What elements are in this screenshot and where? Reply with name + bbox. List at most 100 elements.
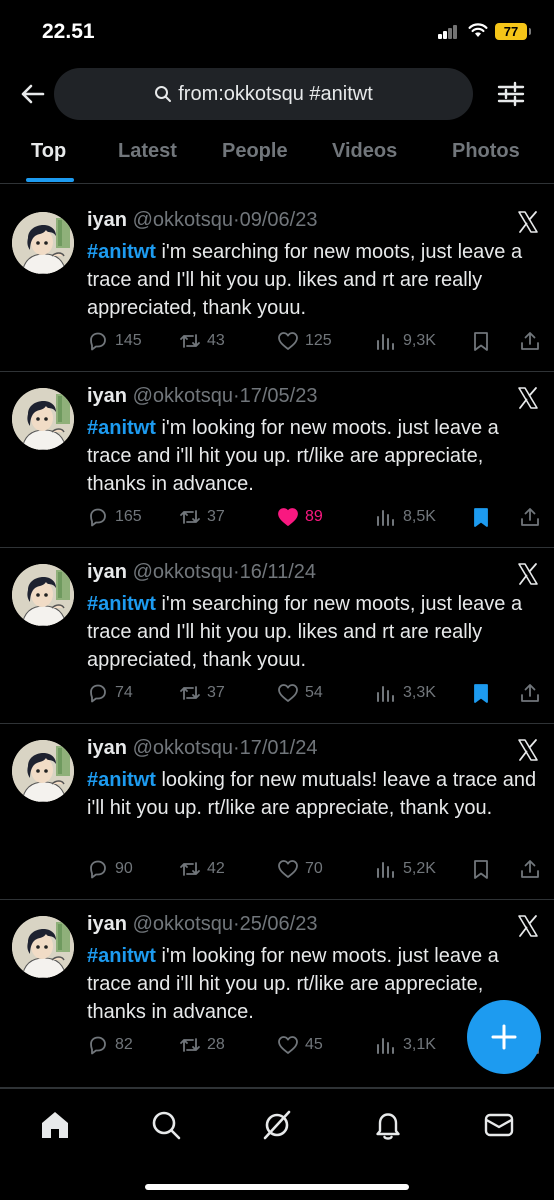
share-button[interactable]: [519, 326, 547, 356]
tab-people[interactable]: People: [222, 140, 288, 163]
notifications-icon[interactable]: [372, 1109, 404, 1141]
hashtag-link[interactable]: #anitwt: [87, 769, 156, 791]
reply-icon: [90, 1036, 106, 1055]
retweet-count: 37: [207, 684, 225, 701]
tab-photos[interactable]: Photos: [452, 140, 520, 163]
tweet[interactable]: iyan @okkotsqu·17/01/24 #anitwt looking …: [0, 724, 554, 900]
author-handle[interactable]: @okkotsqu: [133, 385, 233, 407]
x-logo-icon: [518, 563, 538, 585]
author-name[interactable]: iyan: [87, 561, 127, 583]
reply-button[interactable]: 145: [87, 326, 142, 356]
tweet-header: iyan @okkotsqu·25/06/23: [87, 913, 317, 936]
views-count: 9,3K: [403, 332, 436, 349]
retweet-icon: [180, 862, 200, 876]
author-name[interactable]: iyan: [87, 737, 127, 759]
author-name[interactable]: iyan: [87, 913, 127, 935]
share-icon: [521, 860, 539, 878]
views-chart-icon: [377, 862, 394, 878]
tab-top[interactable]: Top: [31, 140, 66, 163]
back-arrow-icon[interactable]: [18, 80, 46, 108]
tweet-date[interactable]: 17/05/23: [240, 385, 318, 407]
tweet-date[interactable]: 09/06/23: [240, 209, 318, 231]
views-button[interactable]: 3,1K: [375, 1030, 436, 1060]
share-button[interactable]: [519, 854, 547, 884]
views-button[interactable]: 5,2K: [375, 854, 436, 884]
views-button[interactable]: 3,3K: [375, 678, 436, 708]
share-icon: [521, 508, 539, 526]
tweet-date[interactable]: 25/06/23: [240, 913, 318, 935]
retweet-button[interactable]: 43: [179, 326, 225, 356]
retweet-button[interactable]: 37: [179, 502, 225, 532]
tweet-date[interactable]: 17/01/24: [240, 737, 318, 759]
messages-icon[interactable]: [483, 1109, 515, 1141]
x-logo-icon: [518, 211, 538, 233]
reply-button[interactable]: 165: [87, 502, 142, 532]
heart-icon: [278, 684, 298, 702]
retweet-button[interactable]: 42: [179, 854, 225, 884]
filter-settings-icon[interactable]: [496, 80, 526, 108]
author-handle[interactable]: @okkotsqu: [133, 561, 233, 583]
like-button[interactable]: 45: [277, 1030, 323, 1060]
like-button[interactable]: 89: [277, 502, 323, 532]
home-icon[interactable]: [39, 1109, 71, 1141]
bookmark-button[interactable]: [470, 326, 498, 356]
hashtag-link[interactable]: #anitwt: [87, 593, 156, 615]
bookmark-button[interactable]: [470, 678, 498, 708]
hashtag-link[interactable]: #anitwt: [87, 417, 156, 439]
views-button[interactable]: 9,3K: [375, 326, 436, 356]
tweet-text: #anitwt i'm looking for new moots. just …: [87, 414, 542, 498]
retweet-button[interactable]: 28: [179, 1030, 225, 1060]
share-button[interactable]: [519, 502, 547, 532]
hashtag-link[interactable]: #anitwt: [87, 945, 156, 967]
avatar[interactable]: [12, 916, 74, 978]
retweet-button[interactable]: 37: [179, 678, 225, 708]
share-button[interactable]: [519, 678, 547, 708]
reply-button[interactable]: 90: [87, 854, 133, 884]
bookmark-icon: [474, 332, 488, 351]
plus-icon: [491, 1024, 517, 1050]
compose-tweet-button[interactable]: [467, 1000, 541, 1074]
retweet-icon: [180, 334, 200, 348]
author-handle[interactable]: @okkotsqu: [133, 209, 233, 231]
author-handle[interactable]: @okkotsqu: [133, 737, 233, 759]
bookmark-button[interactable]: [470, 502, 498, 532]
avatar[interactable]: [12, 740, 74, 802]
search-icon[interactable]: [150, 1109, 182, 1141]
reply-button[interactable]: 74: [87, 678, 133, 708]
cellular-signal-icon: [438, 25, 458, 39]
views-count: 8,5K: [403, 508, 436, 525]
grok-icon[interactable]: [261, 1109, 293, 1141]
tab-latest[interactable]: Latest: [118, 140, 177, 163]
bookmark-icon: [474, 508, 488, 527]
tweet[interactable]: iyan @okkotsqu·16/11/24 #anitwt i'm sear…: [0, 548, 554, 724]
avatar[interactable]: [12, 212, 74, 274]
tweet[interactable]: iyan @okkotsqu·25/06/23 #anitwt i'm look…: [0, 900, 554, 1088]
views-button[interactable]: 8,5K: [375, 502, 436, 532]
like-button[interactable]: 54: [277, 678, 323, 708]
author-name[interactable]: iyan: [87, 209, 127, 231]
avatar-image: [12, 740, 74, 802]
tweet[interactable]: iyan @okkotsqu·09/06/23 #anitwt i'm sear…: [0, 196, 554, 372]
search-input[interactable]: from:okkotsqu #anitwt: [54, 68, 473, 120]
tweet[interactable]: iyan @okkotsqu·17/05/23 #anitwt i'm look…: [0, 372, 554, 548]
bookmark-icon: [474, 684, 488, 703]
tweet-date[interactable]: 16/11/24: [240, 561, 316, 583]
avatar-image: [12, 564, 74, 626]
battery-level: 77: [495, 23, 531, 40]
x-logo-icon: [518, 915, 538, 937]
avatar[interactable]: [12, 564, 74, 626]
tab-videos[interactable]: Videos: [332, 140, 397, 163]
author-name[interactable]: iyan: [87, 385, 127, 407]
reply-button[interactable]: 82: [87, 1030, 133, 1060]
like-count: 45: [305, 1036, 323, 1053]
tweet-text: #anitwt i'm searching for new moots, jus…: [87, 238, 542, 322]
retweet-icon: [180, 510, 200, 524]
retweet-count: 37: [207, 508, 225, 525]
like-button[interactable]: 125: [277, 326, 332, 356]
hashtag-link[interactable]: #anitwt: [87, 241, 156, 263]
like-button[interactable]: 70: [277, 854, 323, 884]
author-handle[interactable]: @okkotsqu: [133, 913, 233, 935]
avatar[interactable]: [12, 388, 74, 450]
active-tab-indicator: [26, 178, 74, 182]
bookmark-button[interactable]: [470, 854, 498, 884]
